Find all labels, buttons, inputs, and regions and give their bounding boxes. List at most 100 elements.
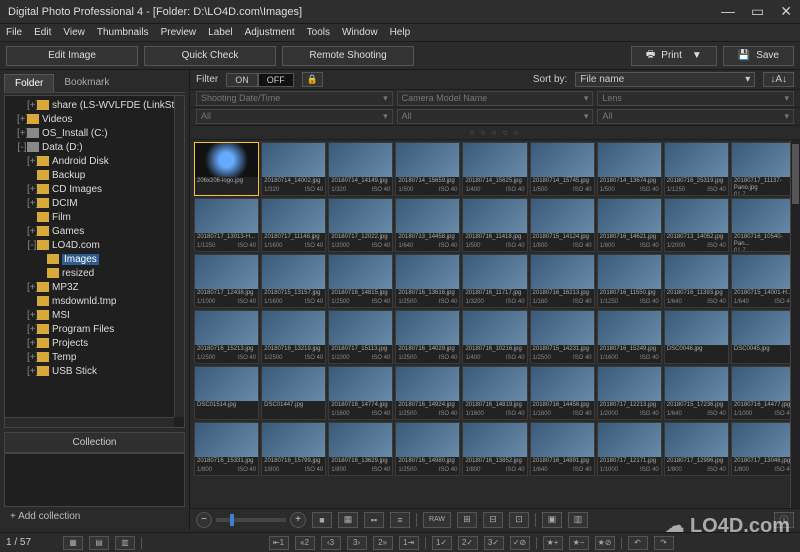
layout1-button[interactable]: ⊞ [457,512,477,528]
tree-item[interactable]: [+]USB Stick [7,364,182,378]
thumbnail[interactable]: 20180716_14029.jpg1/2500ISO 40 [395,310,460,364]
tree-item[interactable]: [-]Data (D:) [7,140,182,154]
thumbnail[interactable]: 20180717_15113.jpg1/1000ISO 40 [328,310,393,364]
filter-camera-select[interactable]: Camera Model Name▾ [397,91,594,106]
menu-label[interactable]: Label [208,27,232,38]
thumbnail[interactable]: 20180717_12022.jpg1/2000ISO 40 [328,198,393,252]
tree-item[interactable]: [+]Games [7,224,182,238]
menu-file[interactable]: File [6,27,22,38]
filter-date-select[interactable]: Shooting Date/Time▾ [196,91,393,106]
thumbnail[interactable]: 20180715_17236.jpg1/640ISO 40 [664,366,729,420]
thumbnail[interactable]: 20180716_14980.jpg1/2500ISO 40 [395,422,460,476]
thumbnail[interactable]: 20180714_15659.jpg1/500ISO 40 [395,142,460,196]
nav-next-button[interactable]: 3› [347,536,367,550]
nav-next2-button[interactable]: 2» [373,536,393,550]
zoom-out-button[interactable]: − [196,512,212,528]
tree-item[interactable]: [-]LO4D.com [7,238,182,252]
view-list-button[interactable]: ≡ [390,512,410,528]
tree-item[interactable]: [+]OS_Install (C:) [7,126,182,140]
thumbnail[interactable]: 20180717_11137-Pano.jpgf/1.7 [731,142,796,196]
filter-date-value[interactable]: All▾ [196,109,393,124]
tree-item[interactable]: [+]MP3Z [7,280,182,294]
add-collection-button[interactable]: + Add collection [4,507,185,526]
save-button[interactable]: 💾Save [723,46,794,66]
tree-item[interactable]: [+]Projects [7,336,182,350]
layout2-button[interactable]: ⊟ [483,512,503,528]
star-off-button[interactable]: ★⊘ [595,536,615,550]
thumbnail[interactable]: 20180717_12996.jpg1/800ISO 40 [664,422,729,476]
thumbnail[interactable]: 20180716_25319.jpg1/1250ISO 40 [664,142,729,196]
menu-adjustment[interactable]: Adjustment [245,27,295,38]
menu-thumbnails[interactable]: Thumbnails [97,27,149,38]
star-up-button[interactable]: ★+ [543,536,563,550]
menu-preview[interactable]: Preview [161,27,197,38]
tab-bookmark[interactable]: Bookmark [54,74,119,92]
nav-last-button[interactable]: 1⇥ [399,536,419,550]
filter-lens-value[interactable]: All▾ [597,109,794,124]
thumbnail[interactable]: 20180715_14124.jpg1/800ISO 40 [530,198,595,252]
zoom-in-button[interactable]: + [290,512,306,528]
thumbnail[interactable]: 206x206-logo.jpg [194,142,259,196]
nav-prev-button[interactable]: ‹3 [321,536,341,550]
tree-item[interactable]: Film [7,210,182,224]
thumbnail[interactable]: 20180714_14149.jpg1/320ISO 40 [328,142,393,196]
thumbnail[interactable]: 20180716_14891.jpg1/640ISO 40 [530,422,595,476]
thumbnail[interactable]: 20180716_15249.jpg1/1600ISO 40 [597,310,662,364]
thumbnail[interactable]: 20180714_15625.jpg1/400ISO 40 [462,142,527,196]
layout-b-button[interactable]: ▤ [89,536,109,550]
tree-item[interactable]: [+]Android Disk [7,154,182,168]
thumbnail[interactable]: 20180716_14815.jpg1/2500ISO 40 [328,254,393,308]
close-button[interactable]: ✕ [780,3,792,20]
filter-lens-select[interactable]: Lens▾ [597,91,794,106]
minimize-button[interactable]: — [721,3,735,20]
thumbnail[interactable]: 20180717_12213.jpg1/2000ISO 40 [597,366,662,420]
thumbnail[interactable]: 20180715_14231.jpg1/2500ISO 40 [530,310,595,364]
thumbnail[interactable]: 20180716_13629.jpg1/800ISO 40 [328,422,393,476]
thumbnail[interactable]: 20180716_14477.jpg1/1000ISO 40 [731,366,796,420]
thumbnail[interactable]: 20180714_14002.jpg1/320ISO 40 [261,142,326,196]
filter-on-button[interactable]: ON [226,73,258,87]
maximize-button[interactable]: ▭ [751,3,764,20]
check-off-button[interactable]: ✓⊘ [510,536,530,550]
thumbnail[interactable]: 20180717_13013-H...1/1250ISO 40 [194,198,259,252]
thumbnail[interactable]: DSC0046.jpg [664,310,729,364]
thumbnail[interactable]: 20180716_11418.jpg1/500ISO 40 [462,198,527,252]
thumbnail[interactable]: DSC01514.jpg [194,366,259,420]
check1-button[interactable]: 1✓ [432,536,452,550]
thumbnail[interactable]: 20180716_14456.jpg1/1600ISO 40 [530,366,595,420]
remote-shooting-button[interactable]: Remote Shooting [282,46,414,66]
thumbnail[interactable]: 20180716_13852.jpg1/800ISO 40 [462,422,527,476]
tree-item[interactable]: [+]Temp [7,350,182,364]
thumbnail[interactable]: 20180715_14001-H...1/640ISO 40 [731,254,796,308]
check3-button[interactable]: 3✓ [484,536,504,550]
tree-item[interactable]: [+]Program Files [7,322,182,336]
thumbnail[interactable]: 20180717_12438.jpg1/1000ISO 40 [194,254,259,308]
thumbnail[interactable]: 20180716_16213.jpg1/160ISO 40 [530,254,595,308]
layout3-button[interactable]: ⊡ [509,512,529,528]
thumbnail[interactable]: 20180716_14924.jpg1/2500ISO 40 [395,366,460,420]
thumbnail[interactable]: 20180716_15213.jpg1/2500ISO 40 [194,310,259,364]
nav-first-button[interactable]: ⇤1 [269,536,289,550]
tree-item[interactable]: [+]CD Images [7,182,182,196]
tree-item[interactable]: [+]share (LS-WVLFDE (LinkSt [7,98,182,112]
filter-off-button[interactable]: OFF [258,73,294,87]
thumbnail[interactable]: 20180713_14052.jpg1/2000ISO 40 [664,198,729,252]
thumbnail[interactable]: 20180716_13616.jpg1/2500ISO 40 [395,254,460,308]
layout-a-button[interactable]: ▦ [63,536,83,550]
thumbnail[interactable]: 20180716_10540-Pan...f/1.7 [731,198,796,252]
nav-prev2-button[interactable]: «2 [295,536,315,550]
layout-c-button[interactable]: ▥ [115,536,135,550]
thumbnail[interactable]: 20180716_11717.jpg1/3200ISO 40 [462,254,527,308]
tree-item[interactable]: resized [7,266,182,280]
thumbnail[interactable]: 20180715_13157.jpg1/1600ISO 40 [261,254,326,308]
sort-order-button[interactable]: ↓A↓ [763,72,794,87]
tree-item[interactable]: msdownld.tmp [7,294,182,308]
menu-edit[interactable]: Edit [34,27,51,38]
lock-icon[interactable]: 🔒 [302,72,323,87]
thumbnail[interactable]: 20180717_12171.jpg1/1000ISO 40 [597,422,662,476]
print-button[interactable]: 🖶Print▼ [631,46,717,66]
star-down-button[interactable]: ★− [569,536,589,550]
grid-vscrollbar[interactable] [790,140,800,508]
zoom-slider[interactable] [216,518,286,522]
thumbnail[interactable]: DSC0045.jpg [731,310,796,364]
